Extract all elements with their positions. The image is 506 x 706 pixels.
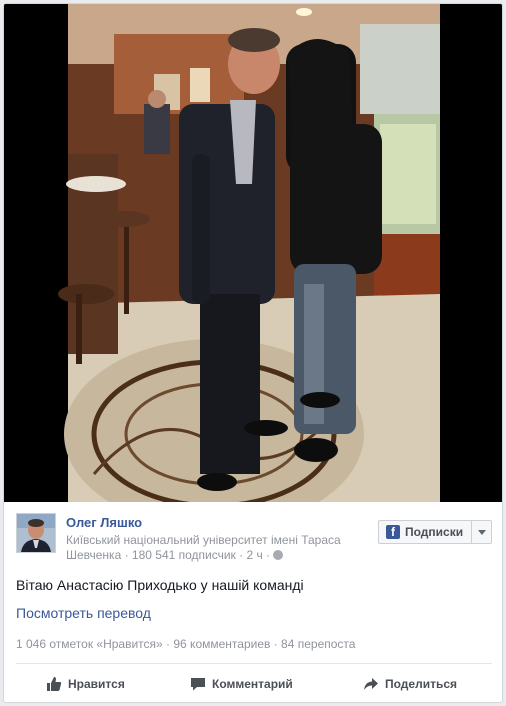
page-name-link[interactable]: Олег Ляшко (66, 515, 142, 530)
like-label: Нравится (68, 677, 125, 691)
like-button[interactable]: Нравится (46, 664, 125, 702)
post-photo[interactable] (4, 4, 502, 502)
post-meta-line: Шевченка · 180 541 подписчик · 2 ч · (66, 548, 366, 563)
thumbs-up-icon (47, 677, 62, 691)
follow-button[interactable]: f Подписки (378, 520, 492, 544)
comment-button[interactable]: Комментарий (190, 664, 293, 702)
facebook-f-icon: f (386, 525, 400, 539)
post-header: Олег Ляшко Київський національний універ… (16, 513, 492, 565)
speech-bubble-icon (191, 678, 205, 691)
post-card: Олег Ляшко Київський національний універ… (3, 3, 503, 703)
share-label: Поделиться (385, 677, 458, 691)
post-text: Вітаю Анастасію Приходько у нашій команд… (16, 577, 304, 593)
avatar[interactable] (16, 513, 56, 553)
share-arrow-icon (364, 678, 378, 690)
post-stats[interactable]: 1 046 отметок «Нравится» · 96 комментари… (16, 637, 355, 651)
share-button[interactable]: Поделиться (363, 664, 458, 702)
follow-dropdown[interactable] (471, 521, 491, 543)
followers-and-time: Шевченка · 180 541 подписчик · 2 ч · (66, 548, 271, 562)
follow-main[interactable]: f Подписки (379, 521, 470, 543)
post-meta: Київський національний університет імені… (66, 533, 366, 563)
action-bar: Нравится Комментарий Поделиться (4, 664, 502, 702)
see-translation-link[interactable]: Посмотреть перевод (16, 605, 151, 621)
chevron-down-icon (478, 530, 486, 535)
comment-label: Комментарий (212, 677, 293, 691)
follow-label: Подписки (405, 525, 464, 539)
page-description: Київський національний університет імені… (66, 533, 341, 547)
globe-icon (273, 550, 284, 560)
